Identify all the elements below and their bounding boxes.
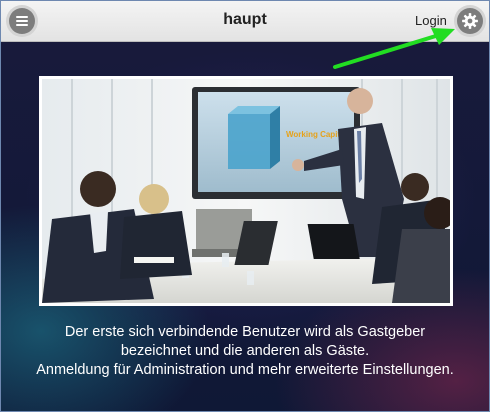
meeting-photo: Working Capital [39, 76, 453, 306]
info-line-3: Anmeldung für Administration und mehr er… [36, 362, 454, 378]
info-line-2: bezeichnet und die anderen als Gäste. [120, 343, 370, 359]
info-text: Der erste sich verbindende Benutzer wird… [1, 323, 489, 380]
annotation-arrow [333, 28, 455, 69]
meeting-illustration: Working Capital [42, 79, 450, 303]
app-window: haupt Login Working Capital Der erste si… [0, 0, 490, 412]
gear-icon [462, 13, 478, 29]
screen-chart-title: Working Capital [286, 130, 347, 139]
info-line-1: Der erste sich verbindende Benutzer wird… [64, 324, 426, 340]
